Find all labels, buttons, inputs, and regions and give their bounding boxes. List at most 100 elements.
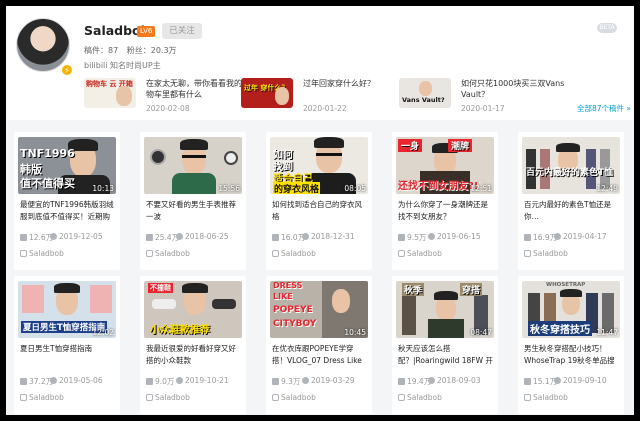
- uploader[interactable]: Saladbob: [20, 393, 64, 402]
- verified-icon: ⚡: [61, 64, 73, 76]
- upload-date: 2019-10-21: [185, 376, 229, 385]
- view-count: 9.0万: [155, 377, 175, 386]
- video-card[interactable]: 15:56 不要又好看的男生手表推荐一波 25.4万 2018-06-25 Sal…: [140, 132, 246, 270]
- video-meta: 16.0万 2018-12-31: [272, 232, 370, 243]
- uploader-icon: [146, 250, 153, 257]
- uploader[interactable]: Saladbob: [272, 393, 316, 402]
- uploader[interactable]: Saladbob: [398, 393, 442, 402]
- uploader-icon: [398, 250, 405, 257]
- page-frame: ⚡ Saladbob LV6 已关注 稿件：87 粉丝：20.3万 bilibi…: [6, 6, 634, 415]
- video-thumbnail[interactable]: 秋季 穿搭 08:47: [396, 281, 494, 338]
- featured-date: 2020-02-08: [146, 104, 190, 113]
- video-title[interactable]: 最便宜的TNF1996韩版羽绒服到底值不值得买！近期购: [20, 199, 116, 223]
- video-meta: 25.4万 2018-06-25: [146, 232, 244, 243]
- follow-button[interactable]: 已关注: [162, 23, 202, 39]
- video-meta: 12.6万 2019-12-05: [20, 232, 118, 243]
- video-thumbnail[interactable]: 百元内最好的素色T恤 12:49: [522, 137, 620, 194]
- video-card[interactable]: TNF1996 韩版 值不值得买 10:13 最便宜的TNF1996韩版羽绒服到…: [14, 132, 120, 270]
- clock-icon: [176, 233, 183, 240]
- uploader[interactable]: Saladbob: [20, 249, 64, 258]
- video-meta: 16.9万 2019-04-17: [524, 232, 622, 243]
- video-thumbnail[interactable]: DRESS LIKE POPEYE CITYBOY 10:45: [270, 281, 368, 338]
- uploader[interactable]: Saladbob: [524, 393, 568, 402]
- uploader-icon: [524, 250, 531, 257]
- video-card[interactable]: 秋季 穿搭 08:47 秋天应该怎么搭配？|Roaringwild 18FW 开…: [392, 276, 498, 414]
- video-title[interactable]: 在优衣库跟POPEYE学穿搭！VLOG_07 Dress Like A: [272, 343, 368, 367]
- featured-date: 2020-01-17: [461, 104, 505, 113]
- upload-date: 2019-04-17: [563, 232, 607, 241]
- video-title[interactable]: 百元内最好的素色T恤还是你…: [524, 199, 620, 223]
- featured-thumbnail[interactable]: Vans Vault?: [399, 78, 451, 108]
- video-card[interactable]: DRESS LIKE POPEYE CITYBOY 10:45 在优衣库跟POP…: [266, 276, 372, 414]
- video-thumbnail[interactable]: WHOSETRAP 秋冬穿搭技巧 11:47: [522, 281, 620, 338]
- featured-thumbnail[interactable]: 购物车 云 开箱: [84, 78, 136, 108]
- profile-stats: 稿件：87 粉丝：20.3万: [84, 45, 183, 56]
- upload-date: 2018-09-03: [437, 376, 481, 385]
- clock-icon: [428, 377, 435, 384]
- featured-date: 2020-01-22: [303, 104, 347, 113]
- video-meta: 9.0万 2019-10-21: [146, 376, 244, 387]
- clock-icon: [50, 377, 57, 384]
- uploader[interactable]: Saladbob: [398, 249, 442, 258]
- video-thumbnail[interactable]: TNF1996 韩版 值不值得买 10:13: [18, 137, 116, 194]
- upload-date: 2019-12-05: [59, 232, 103, 241]
- video-card[interactable]: 不撞鞋 小众鞋款推荐 我最近很爱的好看好穿又好搭的小众鞋款 9.0万 2019-1…: [140, 276, 246, 414]
- featured-title[interactable]: 如何只花1000块买三双Vans Vault？: [461, 78, 571, 100]
- video-card[interactable]: 夏日男生T恤穿搭指南 12:02 夏日男生T恤穿搭指南 37.2万 2019-05…: [14, 276, 120, 414]
- view-count: 9.3万: [281, 377, 301, 386]
- featured-thumbnail[interactable]: 过年 穿什么？: [241, 78, 293, 108]
- uploader[interactable]: Saladbob: [272, 249, 316, 258]
- play-count-icon: [272, 378, 279, 385]
- all-videos-link[interactable]: 全部87个稿件 »: [577, 103, 631, 114]
- play-count-icon: [20, 378, 27, 385]
- video-title[interactable]: 为什么你穿了一身潮牌还是找不到女朋友？: [398, 199, 494, 223]
- video-card[interactable]: 一身 潮牌 还找不到女朋友?! 12:51 为什么你穿了一身潮牌还是找不到女朋友…: [392, 132, 498, 270]
- uploader-icon: [146, 394, 153, 401]
- upload-date: 2019-03-29: [311, 376, 355, 385]
- video-title[interactable]: 夏日男生T恤穿搭指南: [20, 343, 116, 367]
- uploader-icon: [398, 394, 405, 401]
- featured-item[interactable]: 过年 穿什么？ 过年回家穿什么好？ 2020-01-22: [241, 78, 421, 114]
- featured-item[interactable]: Vans Vault? 如何只花1000块买三双Vans Vault？ 2020…: [399, 78, 579, 114]
- video-card[interactable]: WHOSETRAP 秋冬穿搭技巧 11:47 男生秋冬穿搭配小技巧！WhoseT…: [518, 276, 624, 414]
- certification-text: bilibili 知名时尚UP主: [84, 61, 161, 70]
- featured-title[interactable]: 在家太无聊，带你看看我的购物车里都有什么: [146, 78, 256, 100]
- upload-date: 2018-06-25: [185, 232, 229, 241]
- video-title[interactable]: 男生秋冬穿搭配小技巧！WhoseTrap 19秋冬单品搜: [524, 343, 620, 367]
- play-count-icon: [146, 378, 153, 385]
- upload-date: 2019-09-10: [563, 376, 607, 385]
- clock-icon: [302, 233, 309, 240]
- video-title[interactable]: 我最近很爱的好看好穿又好搭的小众鞋款: [146, 343, 242, 367]
- video-thumbnail[interactable]: 如何 找到 适合自己 的穿衣风格 08:05: [270, 137, 368, 194]
- video-thumbnail[interactable]: 一身 潮牌 还找不到女朋友?! 12:51: [396, 137, 494, 194]
- upload-date: 2018-12-31: [311, 232, 355, 241]
- video-meta: 15.1万 2019-09-10: [524, 376, 622, 387]
- clock-icon: [554, 377, 561, 384]
- video-thumbnail[interactable]: 不撞鞋 小众鞋款推荐: [144, 281, 242, 338]
- works-count: 稿件：87: [84, 46, 119, 55]
- video-card[interactable]: 百元内最好的素色T恤 12:49 百元内最好的素色T恤还是你… 16.9万 201…: [518, 132, 624, 270]
- uploader[interactable]: Saladbob: [146, 393, 190, 402]
- avatar[interactable]: [16, 18, 70, 72]
- video-meta: 19.4万 2018-09-03: [398, 376, 496, 387]
- video-thumbnail[interactable]: 夏日男生T恤穿搭指南 12:02: [18, 281, 116, 338]
- play-count-icon: [20, 234, 27, 241]
- featured-item[interactable]: 购物车 云 开箱 在家太无聊，带你看看我的购物车里都有什么 2020-02-08: [84, 78, 264, 114]
- uploader[interactable]: Saladbob: [524, 249, 568, 258]
- upload-date: 2019-05-06: [59, 376, 103, 385]
- video-meta: 9.3万 2019-03-29: [272, 376, 370, 387]
- featured-title[interactable]: 过年回家穿什么好？: [303, 78, 413, 89]
- play-count-icon: [524, 378, 531, 385]
- video-thumbnail[interactable]: 15:56: [144, 137, 242, 194]
- video-meta: 37.2万 2019-05-06: [20, 376, 118, 387]
- uploader-icon: [524, 394, 531, 401]
- clock-icon: [554, 233, 561, 240]
- video-title[interactable]: 不要又好看的男生手表推荐一波: [146, 199, 242, 223]
- uploader-icon: [20, 250, 27, 257]
- video-title[interactable]: 如何找到适合自己的穿衣风格: [272, 199, 368, 223]
- clock-icon: [176, 377, 183, 384]
- video-card[interactable]: 如何 找到 适合自己 的穿衣风格 08:05 如何找到适合自己的穿衣风格 16.…: [266, 132, 372, 270]
- uploader-icon: [272, 394, 279, 401]
- video-title[interactable]: 秋天应该怎么搭配？|Roaringwild 18FW 开箱和: [398, 343, 494, 367]
- uploader[interactable]: Saladbob: [146, 249, 190, 258]
